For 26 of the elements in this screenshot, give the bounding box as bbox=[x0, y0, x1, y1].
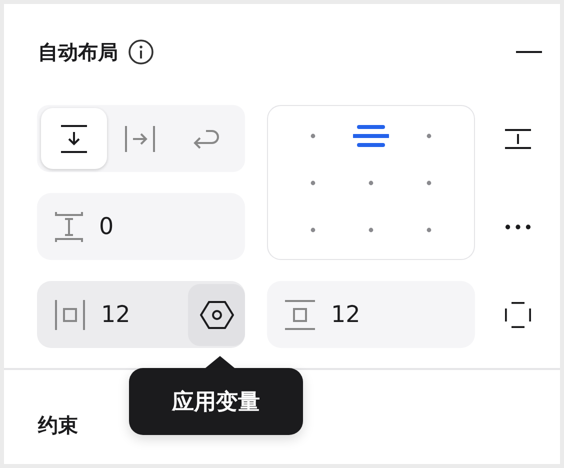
dot-icon[interactable] bbox=[368, 180, 374, 186]
dot-icon[interactable] bbox=[310, 180, 316, 186]
vertical-gap-icon bbox=[55, 212, 83, 242]
dot-icon[interactable] bbox=[426, 180, 432, 186]
dot-icon[interactable] bbox=[310, 226, 316, 232]
info-icon[interactable] bbox=[128, 39, 154, 65]
section-title: 自动布局 bbox=[38, 38, 118, 66]
dot-icon[interactable] bbox=[310, 132, 316, 138]
gap-value: 0 bbox=[99, 214, 114, 240]
dot-icon[interactable] bbox=[426, 132, 432, 138]
arrow-right-icon bbox=[125, 126, 155, 152]
dot-icon[interactable] bbox=[368, 226, 374, 232]
arrow-down-icon bbox=[61, 124, 87, 152]
vertical-padding-value: 12 bbox=[331, 302, 360, 328]
align-lines-icon[interactable] bbox=[353, 124, 389, 148]
gap-field[interactable]: 0 bbox=[37, 193, 245, 260]
section-title: 约束 bbox=[38, 412, 78, 436]
hexagon-icon bbox=[200, 300, 234, 330]
dot-icon[interactable] bbox=[426, 226, 432, 232]
variable-button[interactable] bbox=[188, 284, 245, 346]
vertical-padding-icon bbox=[285, 300, 315, 330]
vertical-padding-field[interactable]: 12 bbox=[267, 281, 475, 348]
horizontal-padding-field[interactable]: 12 bbox=[37, 281, 245, 348]
horizontal-padding-icon bbox=[55, 300, 85, 330]
horizontal-padding-value: 12 bbox=[101, 302, 130, 328]
direction-button[interactable] bbox=[41, 108, 107, 169]
